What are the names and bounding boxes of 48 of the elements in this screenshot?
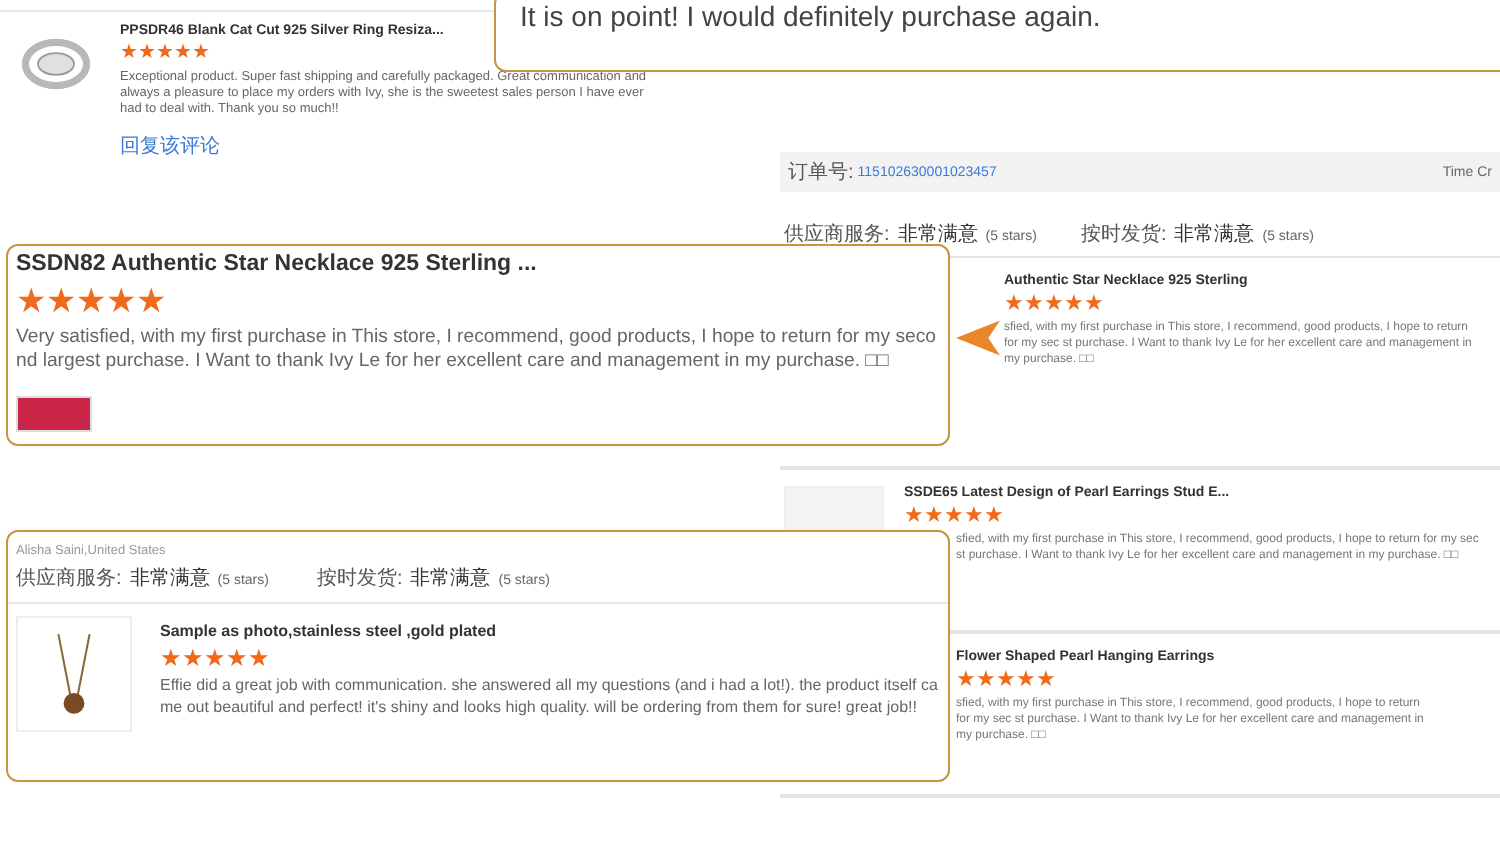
- star-icon: ★: [156, 44, 174, 64]
- rating-label: 供应商服务:: [784, 221, 890, 248]
- star-icon: ★: [1016, 670, 1036, 692]
- star-icon: ★: [174, 44, 192, 64]
- star-icon: ★: [248, 646, 270, 670]
- review-text: Effie did a great job with communication. she answered all my questions (and i had a lot!). the product itself came out beautiful and perfect! it's shiny and looks high quality. will be ordering from them for sure! great job!!: [160, 676, 940, 720]
- ring-photo: [20, 36, 92, 92]
- star-icon: ★: [1084, 294, 1104, 316]
- review-text: Very satisfied, with my first purchase in This store, I recommend, good products, I hope to return for my second largest purchase. I Want to thank Ivy Le for her excellent care and management in my purchase. □□: [16, 326, 938, 376]
- star-icon: ★: [182, 646, 204, 670]
- rating-label: 按时发货:: [1080, 221, 1167, 248]
- star-icon: ★: [904, 506, 924, 528]
- reply-link[interactable]: 回复该评论: [120, 132, 220, 161]
- star-icon: ★: [1004, 294, 1024, 316]
- star-icon: ★: [1024, 294, 1044, 316]
- star-icon: ★: [204, 646, 226, 670]
- product-title: Sample as photo,stainless steel ,gold plated: [160, 622, 499, 640]
- star-icon: ★: [1044, 294, 1064, 316]
- star-icon: ★: [160, 646, 182, 670]
- rating-value: 非常满意: [1174, 221, 1255, 248]
- star-icon: ★: [106, 284, 136, 318]
- star-icon: ★: [984, 506, 1004, 528]
- star-icon: ★: [924, 506, 944, 528]
- star-icon: ★: [136, 284, 166, 318]
- order-label: 订单号:: [788, 159, 854, 186]
- star-icon: ★: [120, 44, 138, 64]
- rating-label: 供应商服务:: [16, 565, 122, 592]
- pointer-arrow: [956, 320, 1000, 356]
- rating-label: 按时发货:: [316, 565, 403, 592]
- star-icon: ★: [192, 44, 210, 64]
- star-icon: ★: [964, 506, 984, 528]
- star-icon: ★: [996, 670, 1016, 692]
- star-icon: ★: [944, 506, 964, 528]
- review-text: It is on point! I would definitely purchase again.: [520, 0, 1103, 32]
- star-icon: ★: [76, 284, 106, 318]
- star-icon: ★: [138, 44, 156, 64]
- rating-value: 非常满意: [129, 565, 210, 592]
- star-icon: ★: [976, 670, 996, 692]
- star-icon: ★: [16, 284, 46, 318]
- star-icon: ★: [1064, 294, 1084, 316]
- photo-placeholder: [16, 395, 92, 432]
- rating-value: 非常满意: [410, 565, 491, 592]
- rating-value: 非常满意: [897, 221, 978, 248]
- star-icon: ★: [46, 284, 76, 318]
- star-icon: ★: [226, 646, 248, 670]
- product-title: SSDN82 Authentic Star Necklace 925 Sterling ...: [16, 252, 539, 276]
- star-icon: ★: [1036, 670, 1056, 692]
- star-icon: ★: [956, 670, 976, 692]
